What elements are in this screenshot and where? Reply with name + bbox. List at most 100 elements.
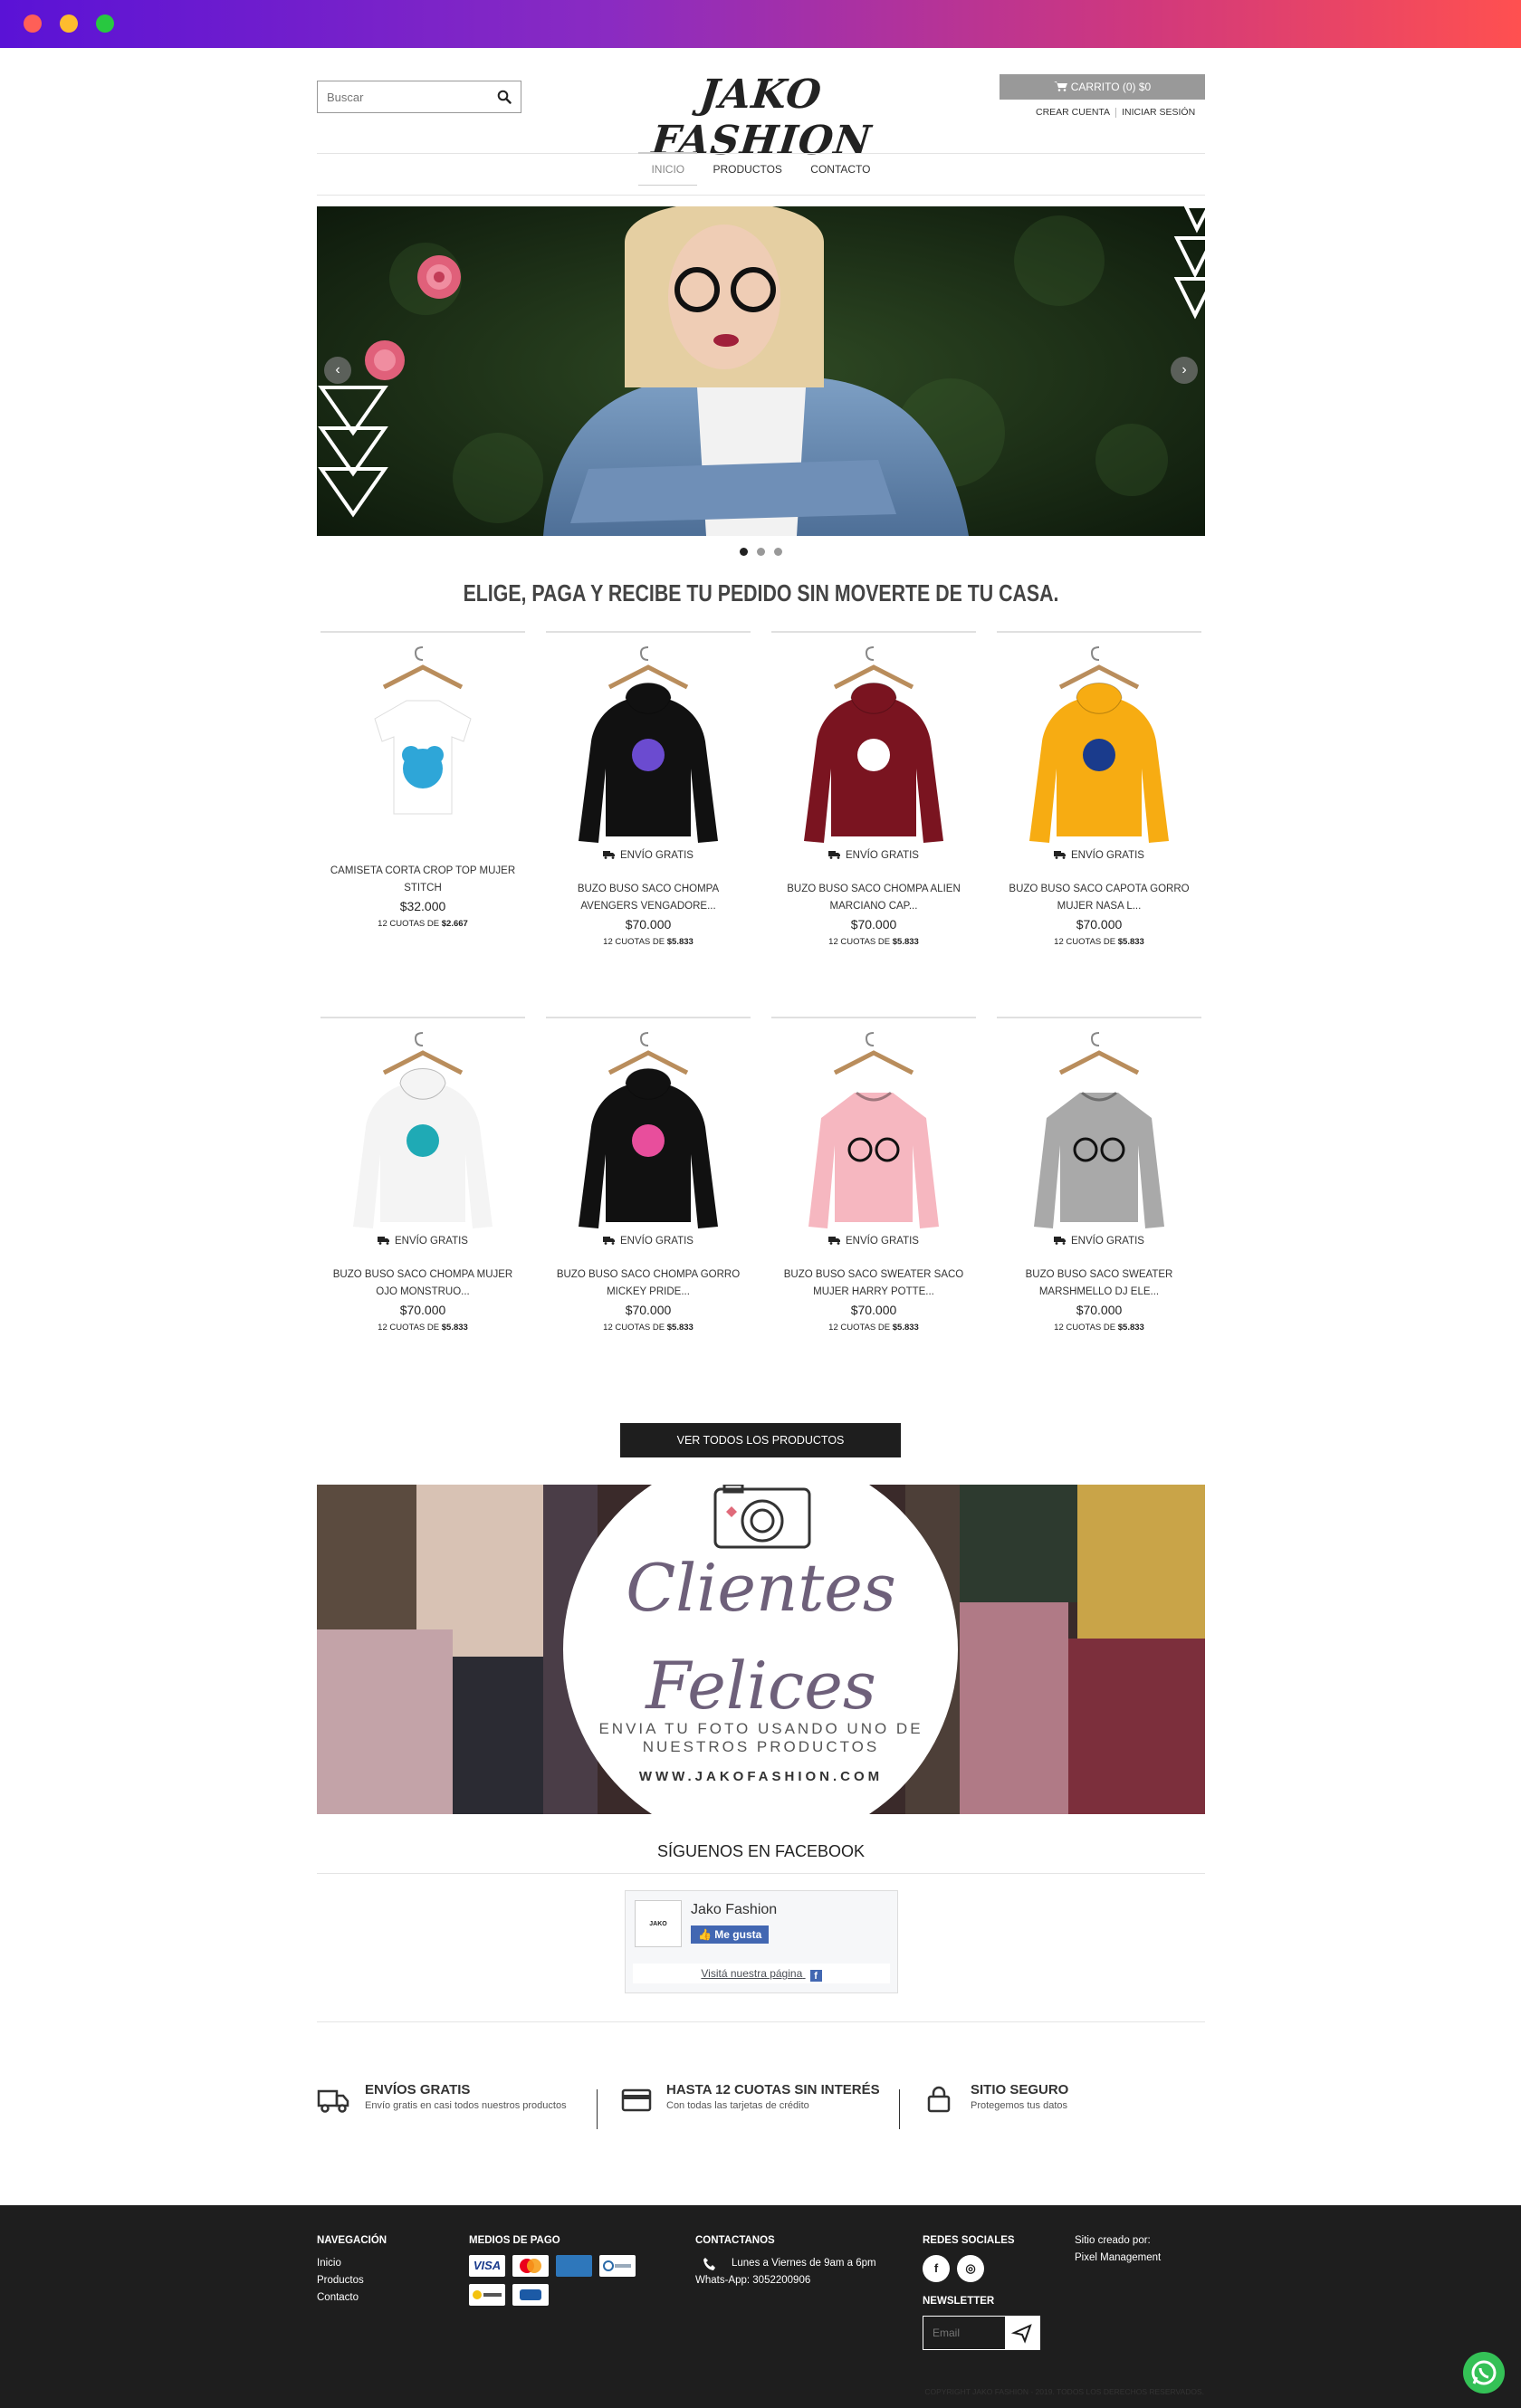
- installments-prefix: 12 CUOTAS DE: [603, 937, 665, 947]
- free-shipping-label: ENVÍO GRATIS: [1071, 850, 1144, 861]
- login-link[interactable]: INICIAR SESIÓN: [1122, 107, 1195, 118]
- cart-label: CARRITO (0) $0: [1070, 81, 1152, 93]
- facebook-visit-label: Visitá nuestra página: [701, 1967, 803, 1980]
- search-icon[interactable]: [497, 90, 512, 104]
- product-card[interactable]: ENVÍO GRATIS BUZO BUSO SACO CAPOTA GORRO…: [997, 631, 1201, 947]
- product-title[interactable]: BUZO BUSO SACO CHOMPA AVENGERS VENGADORE…: [546, 881, 751, 917]
- credit-company[interactable]: Pixel Management: [1075, 2250, 1161, 2267]
- view-all-products-button[interactable]: VER TODOS LOS PRODUCTOS: [620, 1423, 901, 1457]
- truck-icon: [317, 2089, 349, 2113]
- product-image[interactable]: ENVÍO GRATIS: [997, 1018, 1201, 1247]
- happy-customers-banner[interactable]: Clientes Felices ENVIA TU FOTO USANDO UN…: [317, 1485, 1205, 1814]
- installments-info: 12 CUOTAS DE $5.833: [771, 937, 976, 947]
- product-title[interactable]: BUZO BUSO SACO CAPOTA GORRO MUJER NASA L…: [997, 881, 1201, 917]
- product-card[interactable]: CAMISETA CORTA CROP TOP MUJER STITCH $32…: [320, 631, 525, 929]
- installments-info: 12 CUOTAS DE $5.833: [546, 937, 751, 947]
- cart-button[interactable]: CARRITO (0) $0: [1000, 74, 1205, 100]
- free-shipping-badge: ENVÍO GRATIS: [771, 1236, 976, 1247]
- slider-dot-3[interactable]: [774, 548, 782, 556]
- footer-heading: NEWSLETTER: [923, 2296, 995, 2307]
- product-image[interactable]: ENVÍO GRATIS: [771, 1018, 976, 1247]
- clientes-subtitle-2: NUESTROS PRODUCTOS: [642, 1738, 880, 1755]
- contact-info: Lunes a Viernes de 9am a 6pm Whats-App: …: [695, 2255, 904, 2289]
- installments-prefix: 12 CUOTAS DE: [828, 1323, 891, 1333]
- footer-heading: CONTACTANOS: [695, 2235, 775, 2246]
- installments-value: $5.833: [1117, 1323, 1144, 1333]
- facebook-visit-link[interactable]: Visitá nuestra página f: [633, 1964, 890, 1983]
- slider-next-button[interactable]: ›: [1171, 357, 1198, 384]
- product-card[interactable]: ENVÍO GRATIS BUZO BUSO SACO SWEATER SACO…: [771, 1017, 976, 1333]
- installments-value: $5.833: [666, 1323, 694, 1333]
- product-card[interactable]: ENVÍO GRATIS BUZO BUSO SACO SWEATER MARS…: [997, 1017, 1201, 1333]
- search-box[interactable]: [317, 81, 521, 113]
- feature-title: ENVÍOS GRATIS: [365, 2082, 471, 2097]
- product-title[interactable]: BUZO BUSO SACO SWEATER SACO MUJER HARRY …: [771, 1266, 976, 1303]
- minimize-window-button[interactable]: [60, 14, 78, 33]
- free-shipping-label: ENVÍO GRATIS: [846, 1236, 919, 1247]
- installments-value: $5.833: [441, 1323, 468, 1333]
- maximize-window-button[interactable]: [96, 14, 114, 33]
- create-account-link[interactable]: CREAR CUENTA: [1036, 107, 1110, 118]
- facebook-page-widget[interactable]: JAKO FASHION Jako Fashion 👍 Me gusta Vis…: [625, 1890, 898, 1993]
- product-image[interactable]: ENVÍO GRATIS: [320, 1018, 525, 1247]
- product-title[interactable]: BUZO BUSO SACO CHOMPA GORRO MICKEY PRIDE…: [546, 1266, 751, 1303]
- main-nav: INICIO PRODUCTOS CONTACTO: [317, 152, 1205, 186]
- product-price: $70.000: [1076, 917, 1123, 932]
- slider-prev-button[interactable]: ‹: [324, 357, 351, 384]
- slider-dot-2[interactable]: [757, 548, 765, 556]
- installments-info: 12 CUOTAS DE $5.833: [320, 1323, 525, 1333]
- product-title[interactable]: BUZO BUSO SACO CHOMPA ALIEN MARCIANO CAP…: [771, 881, 976, 917]
- installments-prefix: 12 CUOTAS DE: [378, 1323, 440, 1333]
- footer-heading: NAVEGACIÓN: [317, 2235, 387, 2246]
- amex-icon: [556, 2255, 592, 2277]
- product-photo: [579, 646, 718, 843]
- hero-slider[interactable]: ‹ ›: [317, 206, 1205, 536]
- product-image[interactable]: ENVÍO GRATIS: [546, 1018, 751, 1247]
- slider-dot-1[interactable]: [740, 548, 748, 556]
- close-window-button[interactable]: [24, 14, 42, 33]
- product-card[interactable]: ENVÍO GRATIS BUZO BUSO SACO CHOMPA GORRO…: [546, 1017, 751, 1333]
- footer-link-inicio[interactable]: Inicio: [317, 2255, 387, 2272]
- product-card[interactable]: ENVÍO GRATIS BUZO BUSO SACO CHOMPA ALIEN…: [771, 631, 976, 947]
- installments-value: $5.833: [1117, 937, 1144, 947]
- footer-navigation: NAVEGACIÓN Inicio Productos Contacto: [317, 2232, 387, 2307]
- facebook-page-name[interactable]: Jako Fashion: [691, 1902, 777, 1918]
- nav-item-contacto[interactable]: CONTACTO: [798, 154, 883, 185]
- lock-icon: [927, 2086, 951, 2113]
- whatsapp-button[interactable]: [1463, 2352, 1505, 2394]
- installments-value: $5.833: [892, 937, 919, 947]
- search-input[interactable]: [318, 81, 481, 112]
- product-title[interactable]: CAMISETA CORTA CROP TOP MUJER STITCH: [320, 863, 525, 899]
- footer-link-contacto[interactable]: Contacto: [317, 2289, 387, 2307]
- nav-item-productos[interactable]: PRODUCTOS: [700, 154, 794, 185]
- free-shipping-badge: ENVÍO GRATIS: [546, 850, 751, 861]
- product-photo: [374, 646, 472, 815]
- product-price: $70.000: [1076, 1303, 1123, 1317]
- phone-icon: [703, 2258, 715, 2270]
- footer-payments: MEDIOS DE PAGO VISA: [469, 2232, 643, 2313]
- product-title[interactable]: BUZO BUSO SACO CHOMPA MUJER OJO MONSTRUO…: [320, 1266, 525, 1303]
- rose-icon: [417, 255, 461, 299]
- product-image[interactable]: ENVÍO GRATIS: [997, 633, 1201, 861]
- product-title[interactable]: BUZO BUSO SACO SWEATER MARSHMELLO DJ ELE…: [997, 1266, 1201, 1303]
- free-shipping-label: ENVÍO GRATIS: [620, 850, 694, 861]
- store-logo[interactable]: JAKO FASHION: [649, 72, 874, 164]
- free-shipping-label: ENVÍO GRATIS: [395, 1236, 468, 1247]
- product-price: $70.000: [850, 917, 897, 932]
- product-image[interactable]: [320, 633, 525, 859]
- divider: [317, 2021, 1205, 2022]
- facebook-icon[interactable]: f: [923, 2255, 950, 2282]
- product-image[interactable]: ENVÍO GRATIS: [771, 633, 976, 861]
- product-image[interactable]: ENVÍO GRATIS: [546, 633, 751, 861]
- instagram-icon[interactable]: ◎: [957, 2255, 984, 2282]
- divider: [317, 195, 1205, 196]
- product-price: $70.000: [625, 917, 672, 932]
- nav-item-inicio[interactable]: INICIO: [638, 152, 698, 186]
- newsletter-submit-button[interactable]: [1005, 2317, 1039, 2349]
- account-links: CREAR CUENTA INICIAR SESIÓN: [1036, 107, 1195, 118]
- newsletter-email-input[interactable]: [923, 2317, 1005, 2349]
- facebook-like-button[interactable]: 👍 Me gusta: [691, 1925, 770, 1944]
- product-card[interactable]: ENVÍO GRATIS BUZO BUSO SACO CHOMPA MUJER…: [320, 1017, 525, 1333]
- footer-link-productos[interactable]: Productos: [317, 2272, 387, 2289]
- product-card[interactable]: ENVÍO GRATIS BUZO BUSO SACO CHOMPA AVENG…: [546, 631, 751, 947]
